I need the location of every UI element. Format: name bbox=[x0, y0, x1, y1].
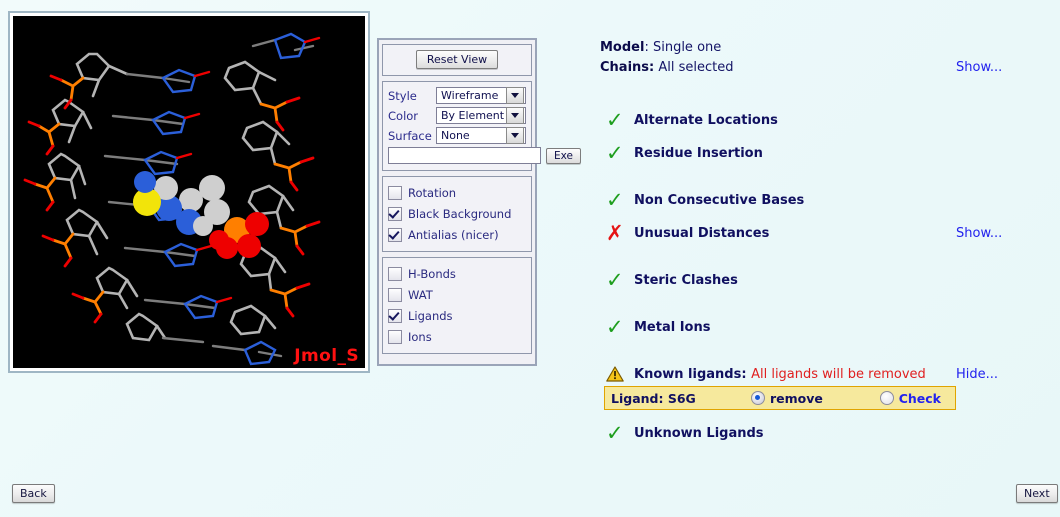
check-label-unknown-ligands: Unknown Ligands bbox=[634, 425, 764, 441]
chevron-down-icon[interactable] bbox=[506, 87, 524, 104]
check-label-non-consecutive-bases: Non Consecutive Bases bbox=[634, 192, 805, 208]
color-select[interactable]: By Element bbox=[436, 107, 526, 124]
render-settings-group: Style Wireframe Color By Element Surface… bbox=[382, 81, 581, 171]
check-label-metal-ions: Metal Ions bbox=[634, 319, 711, 335]
jmol-canvas[interactable]: Jmol_S bbox=[13, 16, 365, 368]
check-label-alternate-locations: Alternate Locations bbox=[634, 112, 778, 128]
back-button[interactable]: Back bbox=[12, 484, 55, 503]
checkbox-row-wat[interactable]: WAT bbox=[388, 284, 526, 305]
rotation-label[interactable]: Rotation bbox=[408, 186, 456, 200]
check-ok-icon: ✓ bbox=[606, 107, 624, 132]
surface-select-row: Surface None bbox=[388, 127, 526, 144]
check-ok-icon: ✓ bbox=[606, 267, 624, 292]
check-row-unusual-distances: ✗ Unusual Distances Show... bbox=[600, 222, 1030, 244]
structure-checks-panel: Model: Single one Chains: All selected S… bbox=[600, 38, 1030, 443]
check-label[interactable]: Check bbox=[899, 391, 941, 406]
wat-label[interactable]: WAT bbox=[408, 288, 433, 302]
jmol-viewer-panel: Jmol_S bbox=[8, 11, 370, 373]
check-row-known-ligands: Known ligands: All ligands will be remov… bbox=[600, 363, 1030, 385]
ligand-selection-row: Ligand: S6G remove Check bbox=[604, 386, 956, 410]
checkbox-row-hbonds[interactable]: H-Bonds bbox=[388, 263, 526, 284]
surface-select[interactable]: None bbox=[436, 127, 526, 144]
check-row-steric-clashes: ✓ Steric Clashes bbox=[600, 269, 1030, 291]
next-button[interactable]: Next bbox=[1016, 484, 1058, 503]
antialias-checkbox[interactable] bbox=[388, 227, 402, 242]
check-ok-icon: ✓ bbox=[606, 187, 624, 212]
chains-show-link[interactable]: Show... bbox=[956, 58, 1030, 78]
check-row-non-consecutive-bases: ✓ Non Consecutive Bases bbox=[600, 189, 1030, 211]
check-ok-icon: ✓ bbox=[606, 420, 624, 445]
remove-radio[interactable] bbox=[751, 391, 765, 405]
checkbox-row-antialias[interactable]: Antialias (nicer) bbox=[388, 224, 526, 245]
check-ok-icon: ✓ bbox=[606, 140, 624, 165]
ions-checkbox[interactable] bbox=[388, 329, 402, 344]
chevron-down-icon[interactable] bbox=[506, 107, 524, 124]
model-key: Model bbox=[600, 40, 645, 55]
style-select-row: Style Wireframe bbox=[388, 87, 526, 104]
black-background-checkbox[interactable] bbox=[388, 206, 402, 221]
color-value: By Element bbox=[441, 109, 505, 122]
hbonds-checkbox[interactable] bbox=[388, 266, 402, 281]
ligand-name-label: Ligand: S6G bbox=[611, 390, 696, 406]
ligand-check-option[interactable]: Check bbox=[879, 391, 941, 406]
color-label: Color bbox=[388, 108, 419, 123]
reset-view-group: Reset View bbox=[382, 44, 532, 76]
black-background-label[interactable]: Black Background bbox=[408, 207, 511, 221]
jmol-watermark: Jmol_S bbox=[294, 346, 359, 366]
check-row-alternate-locations: ✓ Alternate Locations bbox=[600, 109, 1030, 131]
surface-label: Surface bbox=[388, 128, 432, 143]
remove-label[interactable]: remove bbox=[770, 391, 823, 406]
chains-value: All selected bbox=[658, 60, 734, 75]
surface-value: None bbox=[441, 129, 470, 142]
check-label-residue-insertion: Residue Insertion bbox=[634, 145, 763, 161]
command-row: Exe bbox=[388, 147, 581, 164]
known-ligands-message: All ligands will be removed bbox=[751, 366, 926, 382]
back-button-wrap: Back bbox=[12, 484, 55, 503]
command-input[interactable] bbox=[388, 147, 541, 164]
chains-line: Chains: All selected Show... bbox=[600, 58, 1030, 78]
check-error-icon: ✗ bbox=[606, 220, 624, 245]
ligand-remove-option[interactable]: remove bbox=[751, 391, 823, 406]
ions-label[interactable]: Ions bbox=[408, 330, 432, 344]
viewer-controls-panel: Reset View Style Wireframe Color By Elem… bbox=[377, 38, 581, 366]
display-options-group: Rotation Black Background Antialias (nic… bbox=[382, 176, 532, 252]
ligands-checkbox[interactable] bbox=[388, 308, 402, 323]
checkbox-row-rotation[interactable]: Rotation bbox=[388, 182, 526, 203]
rotation-checkbox[interactable] bbox=[388, 185, 402, 200]
check-row-metal-ions: ✓ Metal Ions bbox=[600, 316, 1030, 338]
check-ok-icon: ✓ bbox=[606, 314, 624, 339]
content-options-group: H-Bonds WAT Ligands Ions bbox=[382, 257, 532, 354]
color-select-row: Color By Element bbox=[388, 107, 526, 124]
molecule-rendering bbox=[23, 32, 321, 366]
model-line: Model: Single one bbox=[600, 38, 1030, 58]
execute-button[interactable]: Exe bbox=[546, 147, 581, 164]
checkbox-row-black-background[interactable]: Black Background bbox=[388, 203, 526, 224]
check-link-unusual-distances[interactable]: Show... bbox=[956, 226, 1030, 241]
wat-checkbox[interactable] bbox=[388, 287, 402, 302]
check-radio[interactable] bbox=[879, 391, 894, 405]
ligands-label[interactable]: Ligands bbox=[408, 309, 453, 323]
check-label-steric-clashes: Steric Clashes bbox=[634, 272, 738, 288]
known-ligands-hide-link[interactable]: Hide... bbox=[956, 367, 1030, 382]
model-value: : Single one bbox=[644, 40, 722, 55]
antialias-label[interactable]: Antialias (nicer) bbox=[408, 228, 499, 242]
check-row-unknown-ligands: ✓ Unknown Ligands bbox=[600, 422, 1030, 444]
chains-key: Chains: bbox=[600, 60, 655, 75]
reset-view-button[interactable]: Reset View bbox=[415, 50, 499, 69]
style-label: Style bbox=[388, 88, 417, 103]
warning-icon bbox=[600, 366, 634, 382]
chevron-down-icon[interactable] bbox=[506, 127, 524, 144]
hbonds-label[interactable]: H-Bonds bbox=[408, 267, 456, 281]
known-ligands-text: Known ligands: All ligands will be remov… bbox=[634, 367, 956, 382]
style-value: Wireframe bbox=[441, 89, 499, 102]
check-label-unusual-distances: Unusual Distances bbox=[634, 225, 770, 241]
checkbox-row-ions[interactable]: Ions bbox=[388, 326, 526, 347]
known-ligands-title: Known ligands: bbox=[634, 366, 747, 382]
next-button-wrap: Next bbox=[1016, 484, 1058, 503]
ligand-spacefill bbox=[133, 171, 269, 259]
style-select[interactable]: Wireframe bbox=[436, 87, 526, 104]
checkbox-row-ligands[interactable]: Ligands bbox=[388, 305, 526, 326]
check-row-residue-insertion: ✓ Residue Insertion bbox=[600, 142, 1030, 164]
